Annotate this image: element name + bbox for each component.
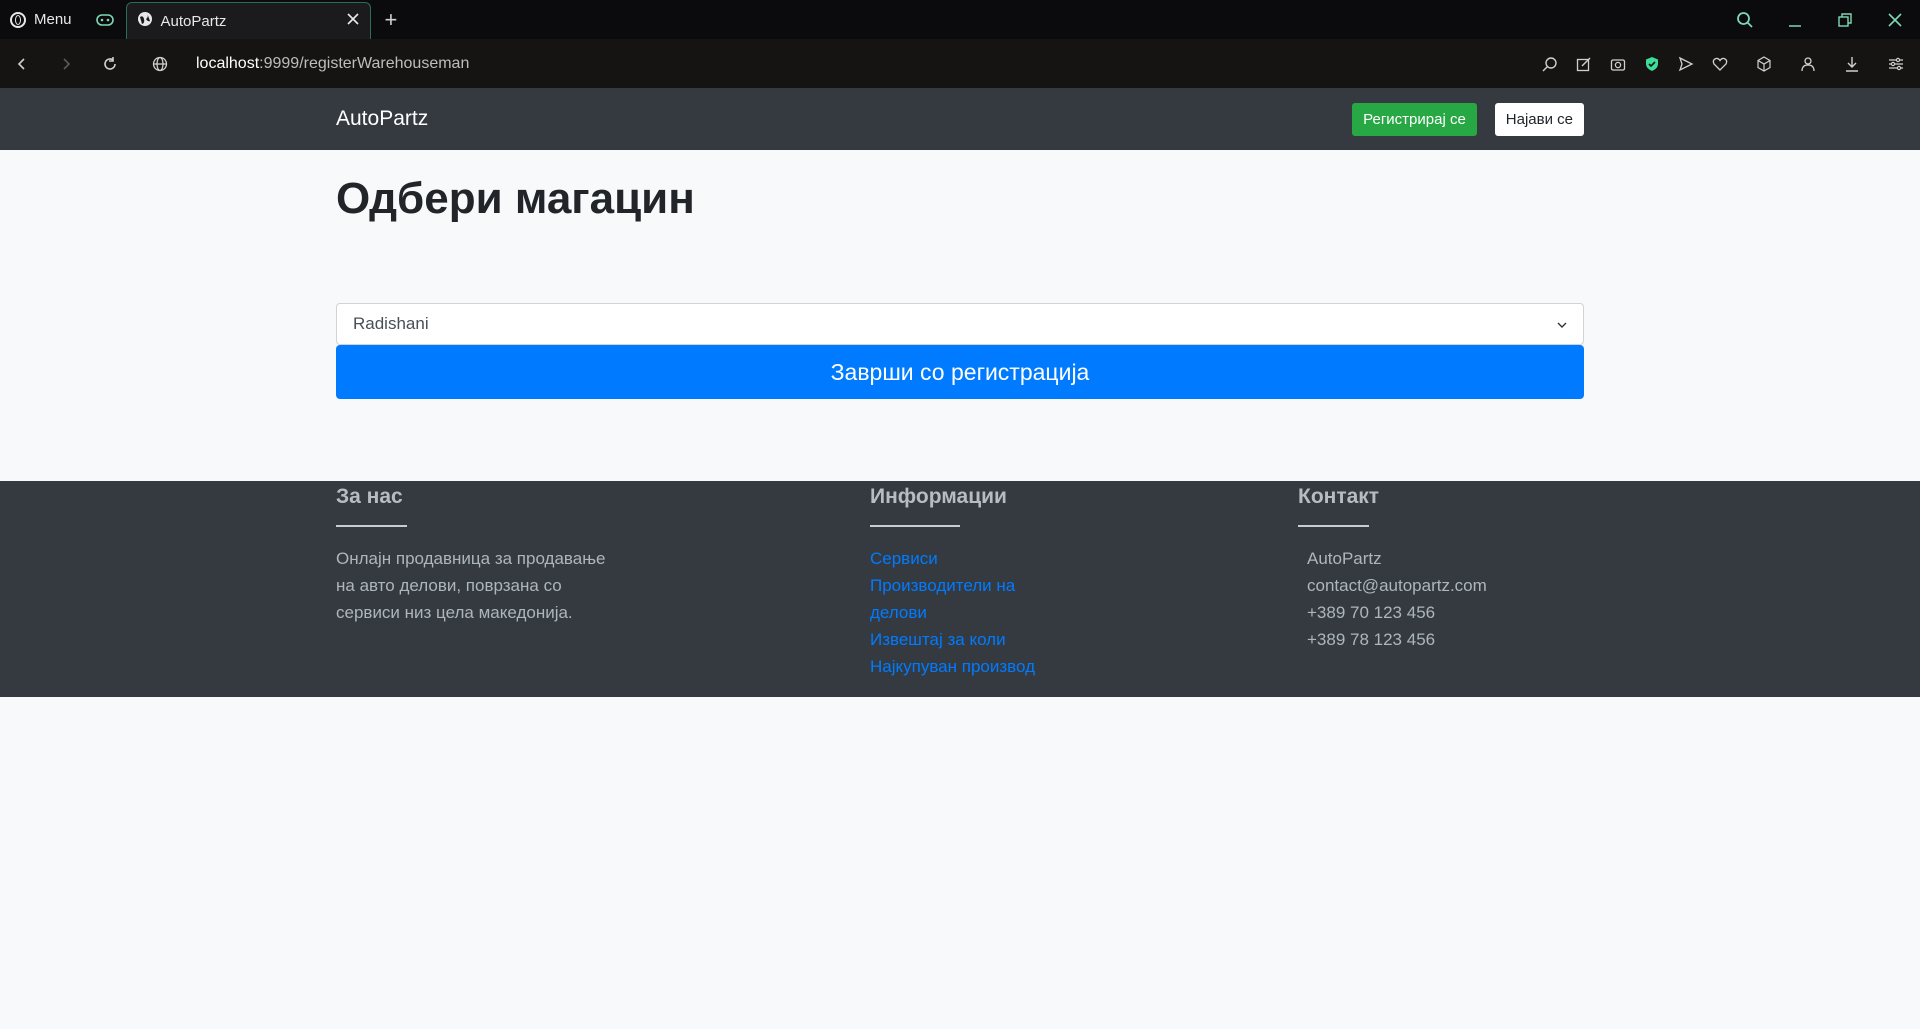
footer-link-services[interactable]: Сервиси: [870, 545, 1170, 572]
new-tab-button[interactable]: +: [371, 0, 412, 39]
download-icon[interactable]: [1842, 56, 1862, 72]
footer-about-line: сервиси низ цела македонија.: [336, 603, 573, 622]
url-path: :9999/registerWarehouseman: [259, 54, 470, 72]
footer-contact: Контакт AutoPartz contact@autopartz.com …: [1298, 481, 1598, 653]
globe-icon: [137, 11, 153, 31]
heart-icon[interactable]: [1710, 56, 1730, 72]
browser-tab-bar: Menu AutoPartz +: [0, 0, 1920, 39]
browser-menu-label: Menu: [34, 11, 72, 28]
warehouse-select[interactable]: Radishani: [336, 303, 1584, 345]
footer-link-best-seller[interactable]: Најкупуван производ: [870, 653, 1170, 680]
page-title: Одбери магацин: [336, 174, 695, 223]
login-button[interactable]: Најави се: [1494, 102, 1584, 136]
address-bar: localhost:9999/registerWarehouseman: [0, 39, 1920, 88]
browser-menu-button[interactable]: Menu: [0, 0, 84, 39]
lens-search-icon[interactable]: [1540, 56, 1560, 72]
site-info-globe-icon[interactable]: [138, 56, 182, 72]
easy-setup-icon[interactable]: [1886, 56, 1906, 72]
close-window-icon[interactable]: [1870, 12, 1920, 28]
chevron-down-icon: [1557, 317, 1567, 332]
contact-email: contact@autopartz.com: [1307, 576, 1487, 595]
footer-about-heading: За нас: [336, 485, 403, 508]
gamepad-icon[interactable]: [84, 0, 126, 39]
footer-divider: [870, 525, 960, 527]
send-icon[interactable]: [1676, 56, 1696, 72]
brand-link[interactable]: AutoPartz: [336, 107, 428, 131]
footer-link-car-report[interactable]: Извештај за коли: [870, 626, 1170, 653]
main-content: Одбери магацин Radishani Заврши со регис…: [0, 150, 1920, 481]
restore-icon[interactable]: [1820, 12, 1870, 28]
footer-divider: [1298, 525, 1369, 527]
reload-icon[interactable]: [88, 56, 132, 72]
browser-tab-active[interactable]: AutoPartz: [125, 2, 371, 39]
site-navbar: AutoPartz Регистрирај се Најави се: [0, 88, 1920, 150]
register-button[interactable]: Регистрирај се: [1352, 102, 1477, 136]
warehouse-select-value: Radishani: [353, 314, 429, 333]
footer-info-heading: Информации: [870, 485, 1007, 508]
search-icon[interactable]: [1720, 11, 1770, 29]
footer-contact-heading: Контакт: [1298, 485, 1380, 508]
minimize-icon[interactable]: [1770, 12, 1820, 28]
footer-about-line: на авто делови, поврзана со: [336, 576, 562, 595]
opera-logo-icon: [10, 11, 26, 28]
footer-about-line: Онлајн продавница за продавање: [336, 549, 606, 568]
footer-link-manufacturers-cont[interactable]: делови: [870, 599, 1170, 626]
window-controls: [1720, 0, 1920, 39]
address-bar-tools: [1540, 55, 1920, 72]
cube-icon[interactable]: [1754, 55, 1774, 72]
camera-icon[interactable]: [1608, 56, 1628, 72]
close-tab-icon[interactable]: [346, 12, 360, 30]
finish-registration-button[interactable]: Заврши со регистрација: [336, 345, 1584, 399]
contact-details: AutoPartz contact@autopartz.com +389 70 …: [1298, 545, 1598, 653]
url-field[interactable]: localhost:9999/registerWarehouseman: [196, 55, 469, 73]
footer-link-manufacturers[interactable]: Производители на: [870, 572, 1170, 599]
footer-divider: [336, 525, 407, 527]
site-footer: За нас Онлајн продавница за продавање на…: [0, 481, 1920, 697]
forward-icon[interactable]: [44, 57, 88, 71]
navbar-actions: Регистрирај се Најави се: [1352, 102, 1584, 136]
back-icon[interactable]: [0, 57, 44, 71]
profile-icon[interactable]: [1798, 56, 1818, 72]
url-host: localhost: [196, 54, 260, 72]
contact-phone: +389 70 123 456: [1307, 603, 1436, 622]
tab-title: AutoPartz: [160, 12, 227, 30]
edit-share-icon[interactable]: [1574, 56, 1594, 72]
contact-company: AutoPartz: [1307, 549, 1382, 568]
vpn-shield-icon[interactable]: [1642, 56, 1662, 72]
footer-info: Информации Сервиси Производители на дело…: [870, 481, 1170, 680]
footer-about: За нас Онлајн продавница за продавање на…: [336, 481, 656, 626]
contact-phone: +389 78 123 456: [1307, 630, 1436, 649]
